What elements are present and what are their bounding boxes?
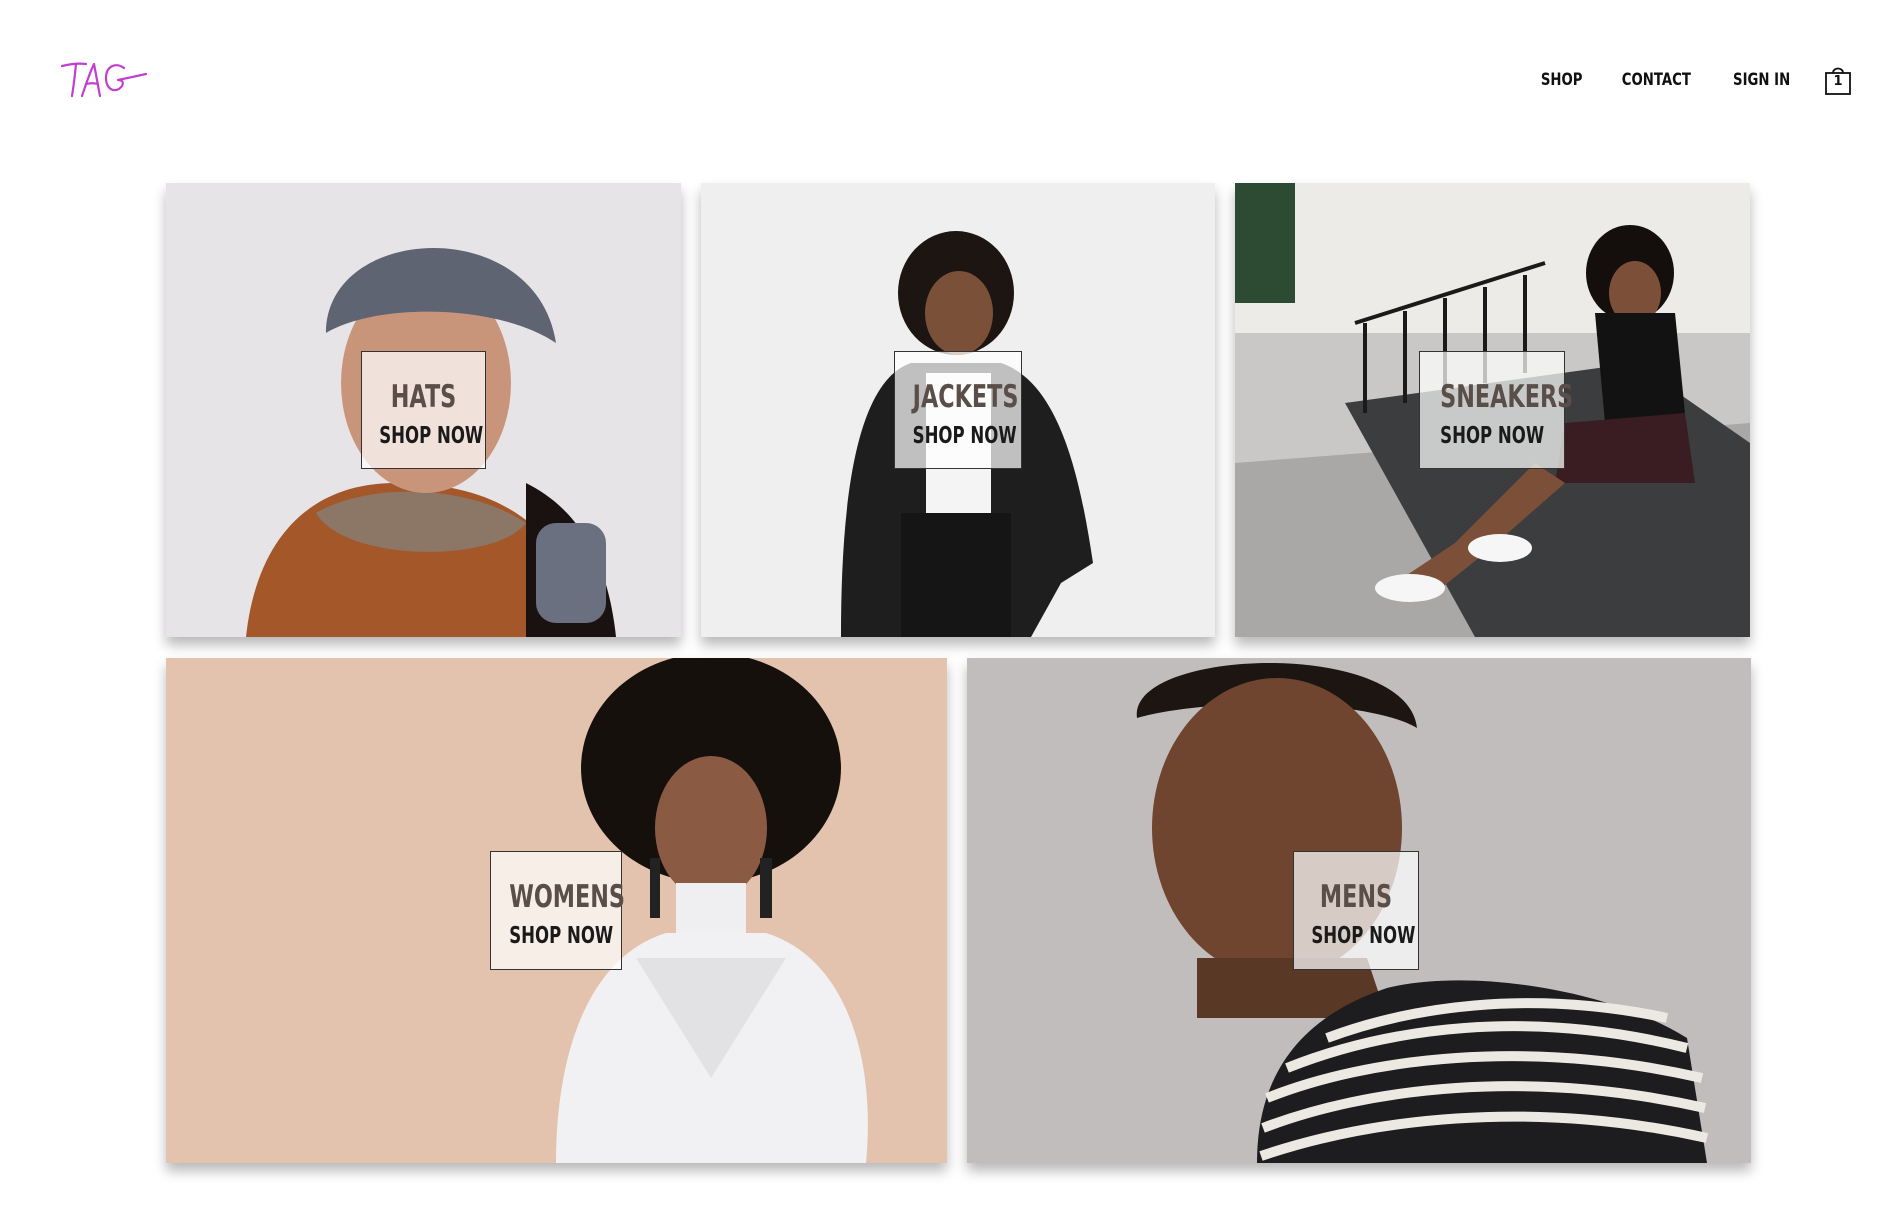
site-header: SHOP CONTACT SIGN IN 1 (0, 0, 1896, 160)
category-tile-mens[interactable]: MENS SHOP NOW (967, 658, 1751, 1163)
shop-now-label: SHOP NOW (1440, 423, 1545, 449)
shop-now-label: SHOP NOW (509, 923, 614, 949)
shop-now-label: SHOP NOW (379, 423, 484, 449)
category-title: JACKETS (912, 379, 1019, 415)
mens-badge[interactable]: MENS SHOP NOW (1293, 851, 1419, 970)
brand-logo[interactable] (60, 58, 150, 108)
category-title: HATS (390, 379, 457, 415)
shop-now-label: SHOP NOW (912, 423, 1017, 449)
sneakers-badge[interactable]: SNEAKERS SHOP NOW (1419, 351, 1574, 469)
logo-mark (60, 62, 148, 98)
nav-sign-in-link[interactable]: SIGN IN (1733, 70, 1790, 90)
main-nav: SHOP CONTACT SIGN IN 1 (1523, 64, 1852, 96)
category-title: MENS (1319, 879, 1393, 915)
womens-badge[interactable]: WOMENS SHOP NOW (490, 851, 626, 970)
cart-button[interactable]: 1 (1824, 64, 1852, 96)
shop-now-label: SHOP NOW (1311, 923, 1416, 949)
category-title: SNEAKERS (1440, 379, 1574, 415)
hats-badge[interactable]: HATS SHOP NOW (361, 351, 486, 469)
category-title: WOMENS (509, 879, 626, 915)
nav-contact-link[interactable]: CONTACT (1622, 70, 1691, 90)
category-tile-hats[interactable]: HATS SHOP NOW (166, 183, 681, 637)
category-tile-jackets[interactable]: JACKETS SHOP NOW (701, 183, 1215, 637)
nav-shop-link[interactable]: SHOP (1541, 70, 1583, 90)
cart-count: 1 (1833, 74, 1843, 89)
category-tile-sneakers[interactable]: SNEAKERS SHOP NOW (1235, 183, 1750, 637)
jackets-badge[interactable]: JACKETS SHOP NOW (894, 351, 1022, 469)
category-tile-womens[interactable]: WOMENS SHOP NOW (166, 658, 947, 1163)
